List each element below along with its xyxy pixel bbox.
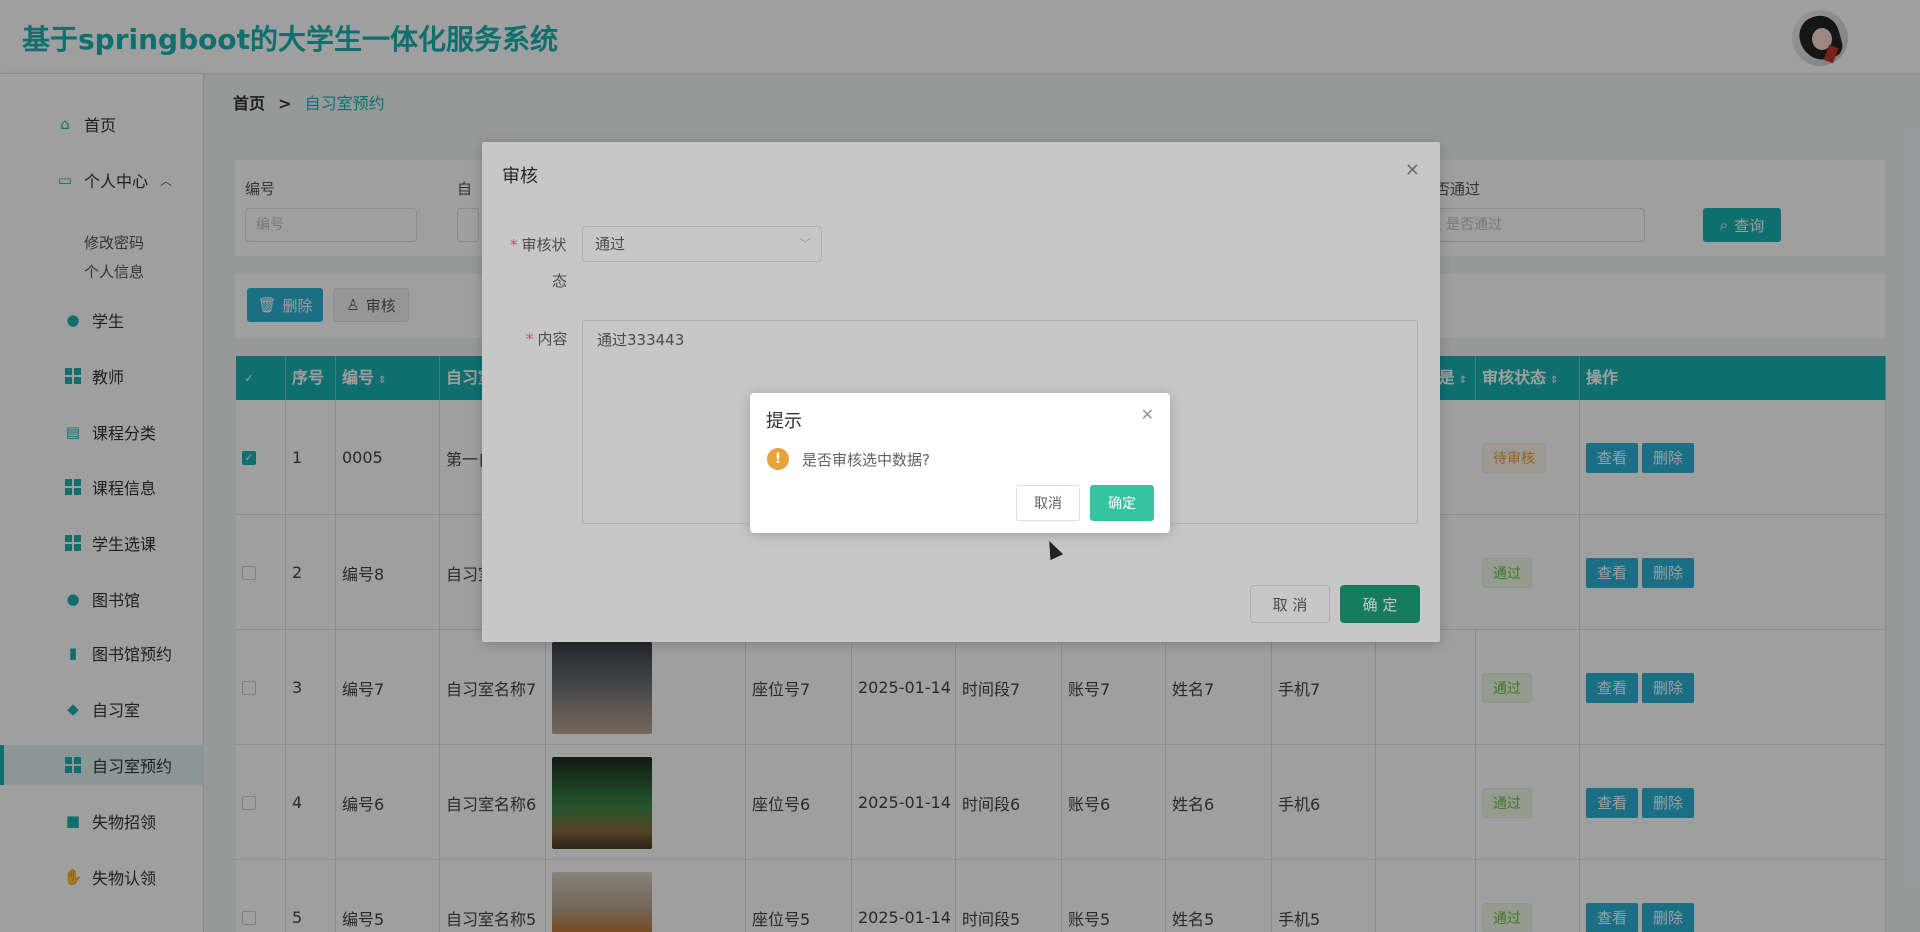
message-cancel-button[interactable]: 取消 [1016, 485, 1080, 521]
close-icon[interactable]: ✕ [1141, 405, 1154, 424]
warning-icon: ! [767, 448, 789, 470]
message-title: 提示 [766, 411, 802, 432]
confirm-message-box: 提示 ✕ ! 是否审核选中数据? 取消 确定 [750, 393, 1170, 533]
message-text: 是否审核选中数据? [802, 451, 930, 469]
message-confirm-button[interactable]: 确定 [1090, 485, 1154, 521]
